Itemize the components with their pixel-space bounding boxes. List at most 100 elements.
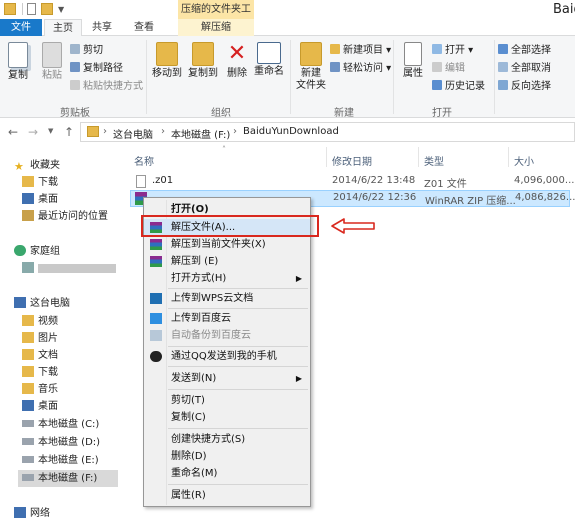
breadcrumb-drive-f[interactable]: 本地磁盘 (F:) xyxy=(171,126,230,141)
nav-item-recent[interactable]: 最近访问的位置 xyxy=(22,208,108,225)
menu-item-create-shortcut[interactable]: 创建快捷方式(S) xyxy=(144,431,310,448)
select-none-icon xyxy=(498,62,508,72)
nav-thispc[interactable]: 这台电脑 xyxy=(14,295,70,312)
menu-item-copy[interactable]: 复制(C) xyxy=(144,409,310,426)
annotation-arrow-icon xyxy=(331,218,375,234)
paste-shortcut-button: 粘贴快捷方式 xyxy=(70,80,143,94)
paste-button: 粘贴 xyxy=(38,42,66,82)
column-divider[interactable] xyxy=(418,147,419,167)
up-arrow-icon[interactable]: ↑ xyxy=(64,125,74,139)
move-to-label: 移动到 xyxy=(152,68,182,79)
nav-homegroup[interactable]: 家庭组 xyxy=(14,243,60,260)
breadcrumb-chevron-icon[interactable]: › xyxy=(103,126,107,137)
downloads-icon xyxy=(22,366,34,377)
user-icon xyxy=(22,262,34,273)
file-type: WinRAR ZIP 压缩... xyxy=(425,196,516,207)
delete-button[interactable]: ✕ 删除 xyxy=(224,42,250,80)
menu-item-label: 删除(D) xyxy=(171,451,207,462)
nav-item-pictures[interactable]: 图片 xyxy=(22,330,58,347)
recent-locations-chevron-icon[interactable]: ▼ xyxy=(48,127,53,135)
nav-network[interactable]: 网络 xyxy=(14,505,50,522)
copy-to-button[interactable]: 复制到 xyxy=(186,42,220,80)
menu-item-label: 打开方式(H) xyxy=(171,273,227,284)
nav-item-label: 本地磁盘 (E:) xyxy=(38,455,99,466)
easy-access-button[interactable]: 轻松访问 ▾ xyxy=(330,62,391,76)
nav-favorites[interactable]: ★ 收藏夹 xyxy=(14,157,60,174)
recent-places-icon xyxy=(22,210,34,221)
select-none-button[interactable]: 全部取消 xyxy=(498,62,551,76)
menu-item-cut[interactable]: 剪切(T) xyxy=(144,392,310,409)
easy-access-label: 轻松访问 xyxy=(343,63,383,74)
breadcrumb-chevron-icon[interactable]: › xyxy=(233,126,237,137)
nav-item-drive-c[interactable]: 本地磁盘 (C:) xyxy=(22,416,99,433)
customize-quick-access-icon[interactable]: ▼ xyxy=(58,5,64,14)
menu-item-extract-here[interactable]: 解压到当前文件夹(X) xyxy=(144,236,310,253)
nav-item-drive-d[interactable]: 本地磁盘 (D:) xyxy=(22,434,100,451)
breadcrumb-folder[interactable]: BaiduYunDownload xyxy=(243,126,339,137)
nav-item-downloads[interactable]: 下载 xyxy=(22,174,58,191)
nav-item-desktop-pc[interactable]: 桌面 xyxy=(22,398,58,415)
menu-item-extract-to[interactable]: 解压到 (E) xyxy=(144,253,310,270)
tab-extract[interactable]: 解压缩 xyxy=(178,19,254,36)
column-divider[interactable] xyxy=(326,147,327,167)
new-folder-button[interactable]: 新建 文件夹 xyxy=(294,42,328,92)
nav-item-documents[interactable]: 文档 xyxy=(22,347,58,364)
address-bar[interactable]: › 这台电脑 › 本地磁盘 (F:) › BaiduYunDownload xyxy=(80,122,575,142)
menu-item-label: 复制(C) xyxy=(171,412,206,423)
column-header-name[interactable]: 名称 xyxy=(134,153,154,168)
open-button[interactable]: 打开 ▾ xyxy=(432,44,473,58)
menu-item-properties[interactable]: 属性(R) xyxy=(144,487,310,504)
menu-item-rename[interactable]: 重命名(M) xyxy=(144,465,310,482)
nav-item-videos[interactable]: 视频 xyxy=(22,313,58,330)
back-arrow-icon[interactable]: ← xyxy=(8,125,18,139)
new-folder-icon[interactable] xyxy=(41,3,53,15)
group-label-clipboard: 剪贴板 xyxy=(60,108,90,119)
menu-item-delete[interactable]: 删除(D) xyxy=(144,448,310,465)
blurred-username xyxy=(38,264,116,273)
invert-selection-button[interactable]: 反向选择 xyxy=(498,80,551,94)
breadcrumb-thispc[interactable]: 这台电脑 xyxy=(113,126,153,141)
menu-item-send-to[interactable]: 发送到(N) ▶ xyxy=(144,370,310,387)
tab-home[interactable]: 主页 xyxy=(44,19,82,36)
rename-button[interactable]: 重命名 xyxy=(252,42,286,78)
history-button[interactable]: 历史记录 xyxy=(432,80,485,94)
menu-item-open-with[interactable]: 打开方式(H) ▶ xyxy=(144,270,310,287)
properties-icon[interactable] xyxy=(27,3,36,15)
properties-button[interactable]: 属性 xyxy=(398,42,428,80)
column-divider[interactable] xyxy=(508,147,509,167)
menu-item-upload-baidu[interactable]: 上传到百度云 xyxy=(144,310,310,327)
move-to-button[interactable]: 移动到 xyxy=(150,42,184,80)
copy-path-button[interactable]: 复制路径 xyxy=(70,62,123,76)
select-all-button[interactable]: 全部选择 xyxy=(498,44,551,58)
new-item-button[interactable]: 新建项目 ▾ xyxy=(330,44,391,58)
cut-button[interactable]: 剪切 xyxy=(70,44,103,58)
submenu-arrow-icon: ▶ xyxy=(295,374,302,383)
nav-item-drive-e[interactable]: 本地磁盘 (E:) xyxy=(22,452,99,469)
paste-shortcut-label: 粘贴快捷方式 xyxy=(83,81,143,92)
homegroup-icon xyxy=(14,245,26,256)
tab-file[interactable]: 文件 xyxy=(0,19,42,36)
tab-share[interactable]: 共享 xyxy=(84,19,120,36)
column-header-type[interactable]: 类型 xyxy=(424,153,444,168)
tab-view[interactable]: 查看 xyxy=(124,19,164,36)
menu-item-send-qq[interactable]: 通过QQ发送到我的手机 xyxy=(144,348,310,365)
videos-icon xyxy=(22,315,34,326)
column-header-date[interactable]: 修改日期 xyxy=(332,153,372,168)
ribbon: 复制 粘贴 剪切 复制路径 粘贴快捷方式 剪贴板 移动到 复制到 ✕ 删除 重命… xyxy=(0,36,575,119)
nav-item-downloads-pc[interactable]: 下载 xyxy=(22,364,58,381)
nav-item-desktop[interactable]: 桌面 xyxy=(22,191,58,208)
column-header-size[interactable]: 大小 xyxy=(514,153,534,168)
history-icon xyxy=(432,80,442,90)
wps-cloud-icon xyxy=(150,293,162,304)
cut-label: 剪切 xyxy=(83,45,103,56)
table-row[interactable]: .z01 2014/6/22 13:48 Z01 文件 4,096,000... xyxy=(130,173,574,190)
nav-homegroup-user[interactable] xyxy=(22,260,116,277)
nav-item-music[interactable]: 音乐 xyxy=(22,381,58,398)
menu-item-upload-wps[interactable]: 上传到WPS云文档 xyxy=(144,290,310,307)
nav-item-label: 桌面 xyxy=(38,194,58,205)
nav-item-label: 音乐 xyxy=(38,384,58,395)
forward-arrow-icon[interactable]: → xyxy=(28,125,38,139)
copy-button[interactable]: 复制 xyxy=(4,42,32,82)
breadcrumb-chevron-icon[interactable]: › xyxy=(161,126,165,137)
nav-item-drive-f[interactable]: 本地磁盘 (F:) xyxy=(18,470,118,487)
